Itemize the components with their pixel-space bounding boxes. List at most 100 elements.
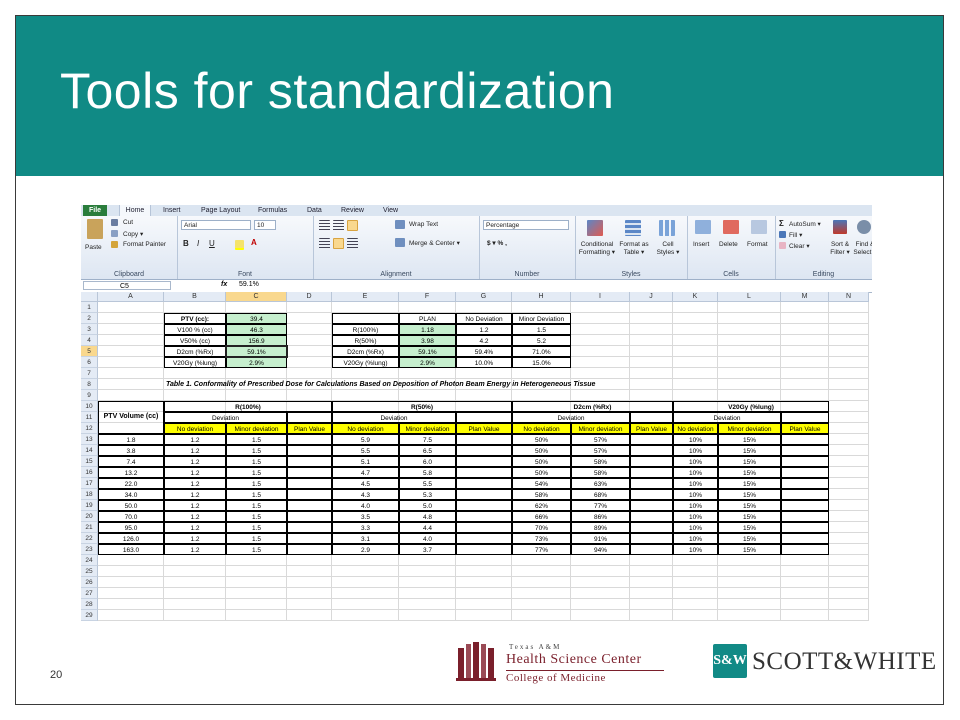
plan-value-cell[interactable]: [781, 533, 829, 544]
summary-right-header[interactable]: Minor Deviation: [512, 313, 571, 324]
minor-deviation-cell[interactable]: 4.0: [399, 533, 456, 544]
subheader[interactable]: Plan Value: [456, 423, 512, 434]
row-header-24[interactable]: 24: [81, 555, 98, 566]
column-header-d[interactable]: D: [287, 292, 332, 302]
minor-deviation-cell[interactable]: 58%: [571, 456, 630, 467]
fx-icon[interactable]: fx: [221, 281, 227, 288]
tab-data[interactable]: Data: [307, 205, 322, 216]
plan-value-cell[interactable]: [630, 522, 673, 533]
format-as-table-button[interactable]: Format as Table ▾: [617, 241, 651, 257]
minor-deviation-cell[interactable]: 1.5: [226, 445, 287, 456]
summary-right-cell[interactable]: 3.98: [399, 335, 456, 346]
summary-right-cell[interactable]: 10.0%: [456, 357, 512, 368]
deviation-blank[interactable]: [630, 412, 673, 423]
row-header-12[interactable]: 12: [81, 423, 98, 434]
no-deviation-cell[interactable]: 3.5: [332, 511, 399, 522]
no-deviation-cell[interactable]: 4.3: [332, 489, 399, 500]
subheader[interactable]: Plan Value: [630, 423, 673, 434]
plan-value-cell[interactable]: [456, 544, 512, 555]
summary-right-cell[interactable]: 15.0%: [512, 357, 571, 368]
row-header-23[interactable]: 23: [81, 544, 98, 555]
no-deviation-cell[interactable]: 4.7: [332, 467, 399, 478]
column-header-g[interactable]: G: [456, 292, 512, 302]
ptv-volume-cell[interactable]: 34.0: [98, 489, 164, 500]
align-middle-icon[interactable]: [333, 220, 344, 231]
plan-value-cell[interactable]: [456, 511, 512, 522]
format-painter-button[interactable]: Format Painter: [123, 241, 166, 248]
merge-center-button[interactable]: Merge & Center ▾: [409, 239, 460, 247]
plan-value-cell[interactable]: [630, 533, 673, 544]
minor-deviation-cell[interactable]: 63%: [571, 478, 630, 489]
row-header-15[interactable]: 15: [81, 456, 98, 467]
minor-deviation-cell[interactable]: 3.7: [399, 544, 456, 555]
no-deviation-cell[interactable]: 1.2: [164, 467, 226, 478]
ptv-volume-cell[interactable]: 1.8: [98, 434, 164, 445]
ptv-volume-cell[interactable]: 3.8: [98, 445, 164, 456]
group-header[interactable]: D2cm (%Rx): [512, 401, 673, 412]
align-bottom-icon[interactable]: [347, 220, 358, 231]
plan-value-cell[interactable]: [456, 478, 512, 489]
align-center-icon[interactable]: [333, 238, 344, 249]
summary-value[interactable]: 39.4: [226, 313, 287, 324]
no-deviation-cell[interactable]: 10%: [673, 544, 718, 555]
summary-right-header[interactable]: PLAN: [399, 313, 456, 324]
row-header-19[interactable]: 19: [81, 500, 98, 511]
summary-right-corner[interactable]: [332, 313, 399, 324]
minor-deviation-cell[interactable]: 7.5: [399, 434, 456, 445]
summary-label[interactable]: V20Gy (%lung): [164, 357, 226, 368]
summary-right-cell[interactable]: 59.1%: [399, 346, 456, 357]
row-header-16[interactable]: 16: [81, 467, 98, 478]
plan-value-cell[interactable]: [630, 500, 673, 511]
row-header-7[interactable]: 7: [81, 368, 98, 379]
column-header-f[interactable]: F: [399, 292, 456, 302]
row-header-4[interactable]: 4: [81, 335, 98, 346]
group-header[interactable]: R(50%): [332, 401, 512, 412]
formula-input[interactable]: 59.1%: [239, 281, 259, 288]
no-deviation-cell[interactable]: 58%: [512, 489, 571, 500]
summary-right-cell[interactable]: 2.9%: [399, 357, 456, 368]
no-deviation-cell[interactable]: 10%: [673, 478, 718, 489]
column-header-b[interactable]: B: [164, 292, 226, 302]
minor-deviation-cell[interactable]: 58%: [571, 467, 630, 478]
ptv-volume-cell[interactable]: 126.0: [98, 533, 164, 544]
format-cells-button[interactable]: Format: [747, 241, 768, 248]
column-header-e[interactable]: E: [332, 292, 399, 302]
deviation-header[interactable]: Deviation: [673, 412, 781, 423]
summary-label[interactable]: D2cm (%Rx): [164, 346, 226, 357]
minor-deviation-cell[interactable]: 94%: [571, 544, 630, 555]
no-deviation-cell[interactable]: 2.9: [332, 544, 399, 555]
clear-button[interactable]: Clear ▾: [789, 242, 810, 250]
no-deviation-cell[interactable]: 1.2: [164, 434, 226, 445]
font-color-icon[interactable]: A: [251, 238, 257, 247]
plan-value-cell[interactable]: [287, 478, 332, 489]
autosum-button[interactable]: AutoSum ▾: [789, 220, 821, 228]
tab-page-layout[interactable]: Page Layout: [201, 205, 240, 216]
no-deviation-cell[interactable]: 5.9: [332, 434, 399, 445]
group-header[interactable]: V20Gy (%lung): [673, 401, 829, 412]
plan-value-cell[interactable]: [781, 478, 829, 489]
subheader[interactable]: Plan Value: [287, 423, 332, 434]
summary-right-header[interactable]: No Deviation: [456, 313, 512, 324]
no-deviation-cell[interactable]: 1.2: [164, 456, 226, 467]
plan-value-cell[interactable]: [287, 456, 332, 467]
subheader[interactable]: No deviation: [164, 423, 226, 434]
minor-deviation-cell[interactable]: 15%: [718, 456, 781, 467]
no-deviation-cell[interactable]: 62%: [512, 500, 571, 511]
plan-value-cell[interactable]: [287, 511, 332, 522]
find-select-button[interactable]: Find & Select ▾: [853, 241, 872, 257]
minor-deviation-cell[interactable]: 15%: [718, 533, 781, 544]
summary-right-cell[interactable]: 1.18: [399, 324, 456, 335]
summary-right-cell[interactable]: 5.2: [512, 335, 571, 346]
paste-button[interactable]: Paste: [85, 244, 102, 251]
plan-value-cell[interactable]: [630, 489, 673, 500]
no-deviation-cell[interactable]: 3.3: [332, 522, 399, 533]
select-all-corner[interactable]: [81, 292, 98, 302]
column-header-k[interactable]: K: [673, 292, 718, 302]
minor-deviation-cell[interactable]: 77%: [571, 500, 630, 511]
plan-value-cell[interactable]: [287, 522, 332, 533]
summary-right-cell[interactable]: V20Gy (%lung): [332, 357, 399, 368]
plan-value-cell[interactable]: [781, 511, 829, 522]
column-header-h[interactable]: H: [512, 292, 571, 302]
tab-view[interactable]: View: [383, 205, 398, 216]
minor-deviation-cell[interactable]: 1.5: [226, 467, 287, 478]
